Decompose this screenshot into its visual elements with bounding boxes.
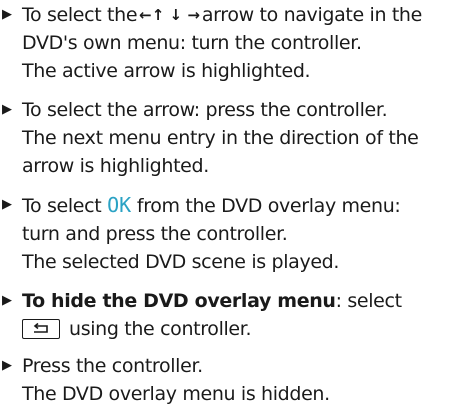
step-text-segment: from the DVD overlay menu: [136,195,401,217]
step-line: To select the arrow: press the controlle… [22,99,388,121]
step-line: To hide the DVD overlay menu: select [22,287,471,315]
step-text-segment: To select the [22,4,138,26]
ok-symbol: OK [107,193,132,217]
step-line: turn and press the controller. [22,223,288,245]
step-line: The next menu entry in the direction of … [22,127,419,149]
step-marker-icon: ▶ [2,197,12,212]
step-line: The active arrow is highlighted. [22,60,311,82]
step-heading: To hide the DVD overlay menu [22,290,336,312]
step-text: To select OK from the DVD overlay menu: … [22,191,471,276]
step-text: To select the arrow: press the controlle… [22,96,471,180]
step-line: Press the controller. [22,355,203,377]
step-line: DVD's own menu: turn the controller. [22,32,362,54]
step-text: Press the controller. The DVD overlay me… [22,352,471,408]
step-line: To select the ←↑ ↓ → arrow to navigate in … [22,1,471,29]
step-line: To select OK from the DVD overlay menu: [22,191,471,220]
step-text: To hide the DVD overlay menu: select usi… [22,287,471,343]
step-marker-icon: ▶ [2,7,12,22]
direction-arrows-icon: ←↑ ↓ → [139,6,200,24]
instruction-step-select-ok: ▶ To select OK from the DVD overlay menu… [0,191,471,276]
instruction-page: ▶ To select the ←↑ ↓ → arrow to navigate i… [0,0,471,405]
step-text: To select the ←↑ ↓ → arrow to navigate in … [22,1,471,85]
step-line: arrow is highlighted. [22,155,209,177]
step-marker-icon: ▶ [2,102,12,117]
instruction-step-navigate-arrow: ▶ To select the ←↑ ↓ → arrow to navigate i… [0,1,471,85]
step-marker-icon: ▶ [2,358,12,373]
instruction-step-hide-overlay: ▶ To hide the DVD overlay menu: select u… [0,287,471,343]
step-line: The selected DVD scene is played. [22,251,340,273]
step-marker-icon: ▶ [2,293,12,308]
step-line: using the controller. [22,315,471,343]
step-text-segment: using the controller. [69,318,252,340]
back-key-icon [22,319,60,339]
step-text-segment: arrow to navigate in the [201,4,422,26]
step-line: The DVD overlay menu is hidden. [22,383,330,405]
step-text-segment: To select [22,195,102,217]
instruction-step-select-arrow: ▶ To select the arrow: press the control… [0,96,471,180]
instruction-step-press-controller: ▶ Press the controller. The DVD overlay … [0,352,471,408]
step-text-segment: : select [335,290,402,312]
